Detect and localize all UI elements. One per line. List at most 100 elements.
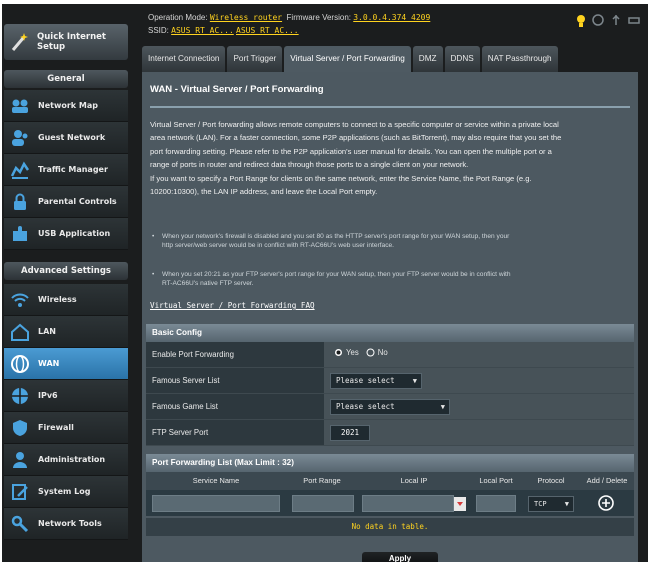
port-forwarding-list-header: Port Forwarding List (Max Limit : 32) bbox=[146, 454, 634, 472]
shield-icon bbox=[13, 419, 27, 436]
client-list-dropdown-icon[interactable] bbox=[454, 497, 466, 511]
firmware-link[interactable]: 3.0.0.4.374_4209 bbox=[353, 13, 430, 22]
description-line: 10200:10300), the LAN IP address, and le… bbox=[150, 187, 378, 197]
tab-port-trigger[interactable]: Port Trigger bbox=[227, 46, 283, 72]
lock-icon bbox=[14, 193, 26, 210]
chevron-down-icon: ▼ bbox=[564, 500, 569, 508]
home-icon bbox=[11, 323, 29, 341]
note-line: http server/web server would be in confl… bbox=[162, 242, 395, 249]
sidebar-item-network-map[interactable]: Network Map bbox=[4, 90, 128, 122]
radio-yes[interactable] bbox=[334, 348, 343, 357]
sidebar-item-lan[interactable]: LAN bbox=[4, 316, 128, 348]
column-protocol: Protocol bbox=[537, 476, 565, 485]
general-menu: Network Map Guest Network Traffic Manage… bbox=[4, 90, 128, 250]
famous-game-row: Famous Game List Please select ▼ bbox=[146, 394, 634, 420]
note-line: When your network's firewall is disabled… bbox=[162, 233, 510, 240]
traffic-manager-icon bbox=[10, 161, 30, 179]
column-local-port: Local Port bbox=[479, 476, 513, 485]
empty-table-message: No data in table. bbox=[146, 518, 634, 536]
famous-game-label: Famous Game List bbox=[146, 394, 324, 419]
bulb-icon[interactable] bbox=[576, 14, 586, 28]
usb-status-icon[interactable] bbox=[610, 14, 622, 26]
description-line: Virtual Server / Port forwarding allows … bbox=[150, 120, 559, 129]
ssid-label: SSID: bbox=[148, 26, 169, 35]
tab-bar: Internet Connection Port Trigger Virtual… bbox=[142, 46, 648, 72]
sidebar-item-firewall[interactable]: Firewall bbox=[4, 412, 128, 444]
sidebar-item-label: IPv6 bbox=[38, 391, 58, 400]
sidebar-item-label: LAN bbox=[38, 327, 56, 336]
tab-nat-passthrough[interactable]: NAT Passthrough bbox=[481, 46, 558, 72]
basic-config-header: Basic Config bbox=[146, 324, 634, 342]
sidebar-item-label: Firewall bbox=[38, 423, 74, 432]
protocol-selected: TCP bbox=[534, 500, 547, 508]
guest-network-icon bbox=[12, 129, 28, 146]
description-line: range of ports in router and redirect da… bbox=[150, 160, 469, 170]
sidebar-item-traffic-manager[interactable]: Traffic Manager bbox=[4, 154, 128, 186]
sidebar-item-label: USB Application bbox=[38, 229, 111, 238]
column-service-name: Service Name bbox=[192, 476, 240, 485]
sidebar-item-guest-network[interactable]: Guest Network bbox=[4, 122, 128, 154]
tools-icon bbox=[11, 515, 29, 532]
sidebar-item-label: Guest Network bbox=[38, 133, 106, 142]
note-line: RT-AC66U's native FTP server. bbox=[162, 280, 254, 287]
enable-port-forwarding-label: Enable Port Forwarding bbox=[146, 342, 324, 367]
sidebar-item-label: System Log bbox=[38, 487, 91, 496]
radio-yes-label: Yes bbox=[346, 348, 359, 357]
radio-no[interactable] bbox=[366, 348, 375, 357]
sidebar-item-usb-application[interactable]: USB Application bbox=[4, 218, 128, 250]
operation-mode-link[interactable]: Wireless router bbox=[210, 13, 282, 22]
tab-ddns[interactable]: DDNS bbox=[444, 46, 480, 72]
local-ip-input[interactable] bbox=[362, 495, 454, 512]
router-admin-window: Quick Internet Setup General Network Map… bbox=[2, 4, 648, 562]
port-forwarding-faq-link[interactable]: Virtual Server / Port Forwarding FAQ bbox=[150, 301, 315, 310]
protocol-select[interactable]: TCP ▼ bbox=[528, 496, 574, 512]
ftp-server-port-row: FTP Server Port 2021 bbox=[146, 420, 634, 446]
tab-virtual-server[interactable]: Virtual Server / Port Forwarding bbox=[284, 46, 411, 72]
sidebar-item-system-log[interactable]: System Log bbox=[4, 476, 128, 508]
add-entry-row: TCP ▼ bbox=[146, 490, 634, 516]
add-rule-icon[interactable] bbox=[598, 495, 614, 511]
apply-button[interactable]: Apply bbox=[362, 552, 438, 562]
tab-dmz[interactable]: DMZ bbox=[412, 46, 443, 72]
description: Virtual Server / Port forwarding allows … bbox=[150, 118, 630, 198]
local-port-input[interactable] bbox=[476, 495, 516, 512]
page-title: WAN - Virtual Server / Port Forwarding bbox=[150, 84, 324, 95]
sidebar-item-label: Network Tools bbox=[38, 519, 102, 528]
sidebar-item-wireless[interactable]: Wireless bbox=[4, 284, 128, 316]
printer-status-icon[interactable] bbox=[628, 14, 640, 26]
sidebar-item-ipv6[interactable]: IPv6 bbox=[4, 380, 128, 412]
quick-setup-label: Quick Internet Setup bbox=[37, 32, 106, 52]
sidebar-item-administration[interactable]: Administration bbox=[4, 444, 128, 476]
port-range-input[interactable] bbox=[292, 495, 354, 512]
tab-internet-connection[interactable]: Internet Connection bbox=[142, 46, 226, 72]
quick-internet-setup-button[interactable]: Quick Internet Setup bbox=[4, 24, 128, 60]
famous-game-select[interactable]: Please select ▼ bbox=[330, 399, 450, 415]
sidebar-item-network-tools[interactable]: Network Tools bbox=[4, 508, 128, 540]
globe-icon bbox=[12, 387, 28, 404]
ftp-server-port-input[interactable]: 2021 bbox=[330, 425, 370, 441]
description-line: If you want to specify a Port Range for … bbox=[150, 173, 532, 183]
sidebar-item-label: Traffic Manager bbox=[38, 165, 108, 174]
service-name-input[interactable] bbox=[152, 495, 280, 512]
sidebar-item-parental-controls[interactable]: Parental Controls bbox=[4, 186, 128, 218]
edit-log-icon bbox=[12, 483, 28, 500]
sidebar-item-wan[interactable]: WAN bbox=[4, 348, 128, 380]
ssid-5g-link[interactable]: ASUS RT AC... bbox=[236, 26, 299, 35]
http-conflict-note: • When your network's firewall is disabl… bbox=[150, 232, 628, 250]
ftp-conflict-note: • When you set 20:21 as your FTP server'… bbox=[150, 270, 628, 288]
operation-mode-line: Operation Mode: Wireless router Firmware… bbox=[148, 13, 430, 22]
famous-game-value: Please select ▼ bbox=[324, 394, 634, 419]
globe-status-icon[interactable] bbox=[592, 14, 604, 26]
column-local-ip: Local IP bbox=[400, 476, 428, 485]
ssid-2g-link[interactable]: ASUS RT AC... bbox=[171, 26, 234, 35]
main-panel: WAN - Virtual Server / Port Forwarding V… bbox=[142, 72, 638, 562]
ssid-line: SSID: ASUS RT AC... ASUS RT AC... bbox=[148, 26, 299, 35]
ftp-server-port-label: FTP Server Port bbox=[146, 420, 324, 445]
famous-server-select[interactable]: Please select ▼ bbox=[330, 373, 422, 389]
wand-icon bbox=[11, 33, 28, 51]
chevron-down-icon: ▼ bbox=[412, 377, 417, 385]
column-port-range: Port Range bbox=[303, 476, 341, 485]
sidebar-item-label: Administration bbox=[38, 455, 106, 464]
description-line: port forwarding setting. Please refer to… bbox=[150, 146, 552, 156]
sidebar-item-label: Network Map bbox=[38, 101, 98, 110]
